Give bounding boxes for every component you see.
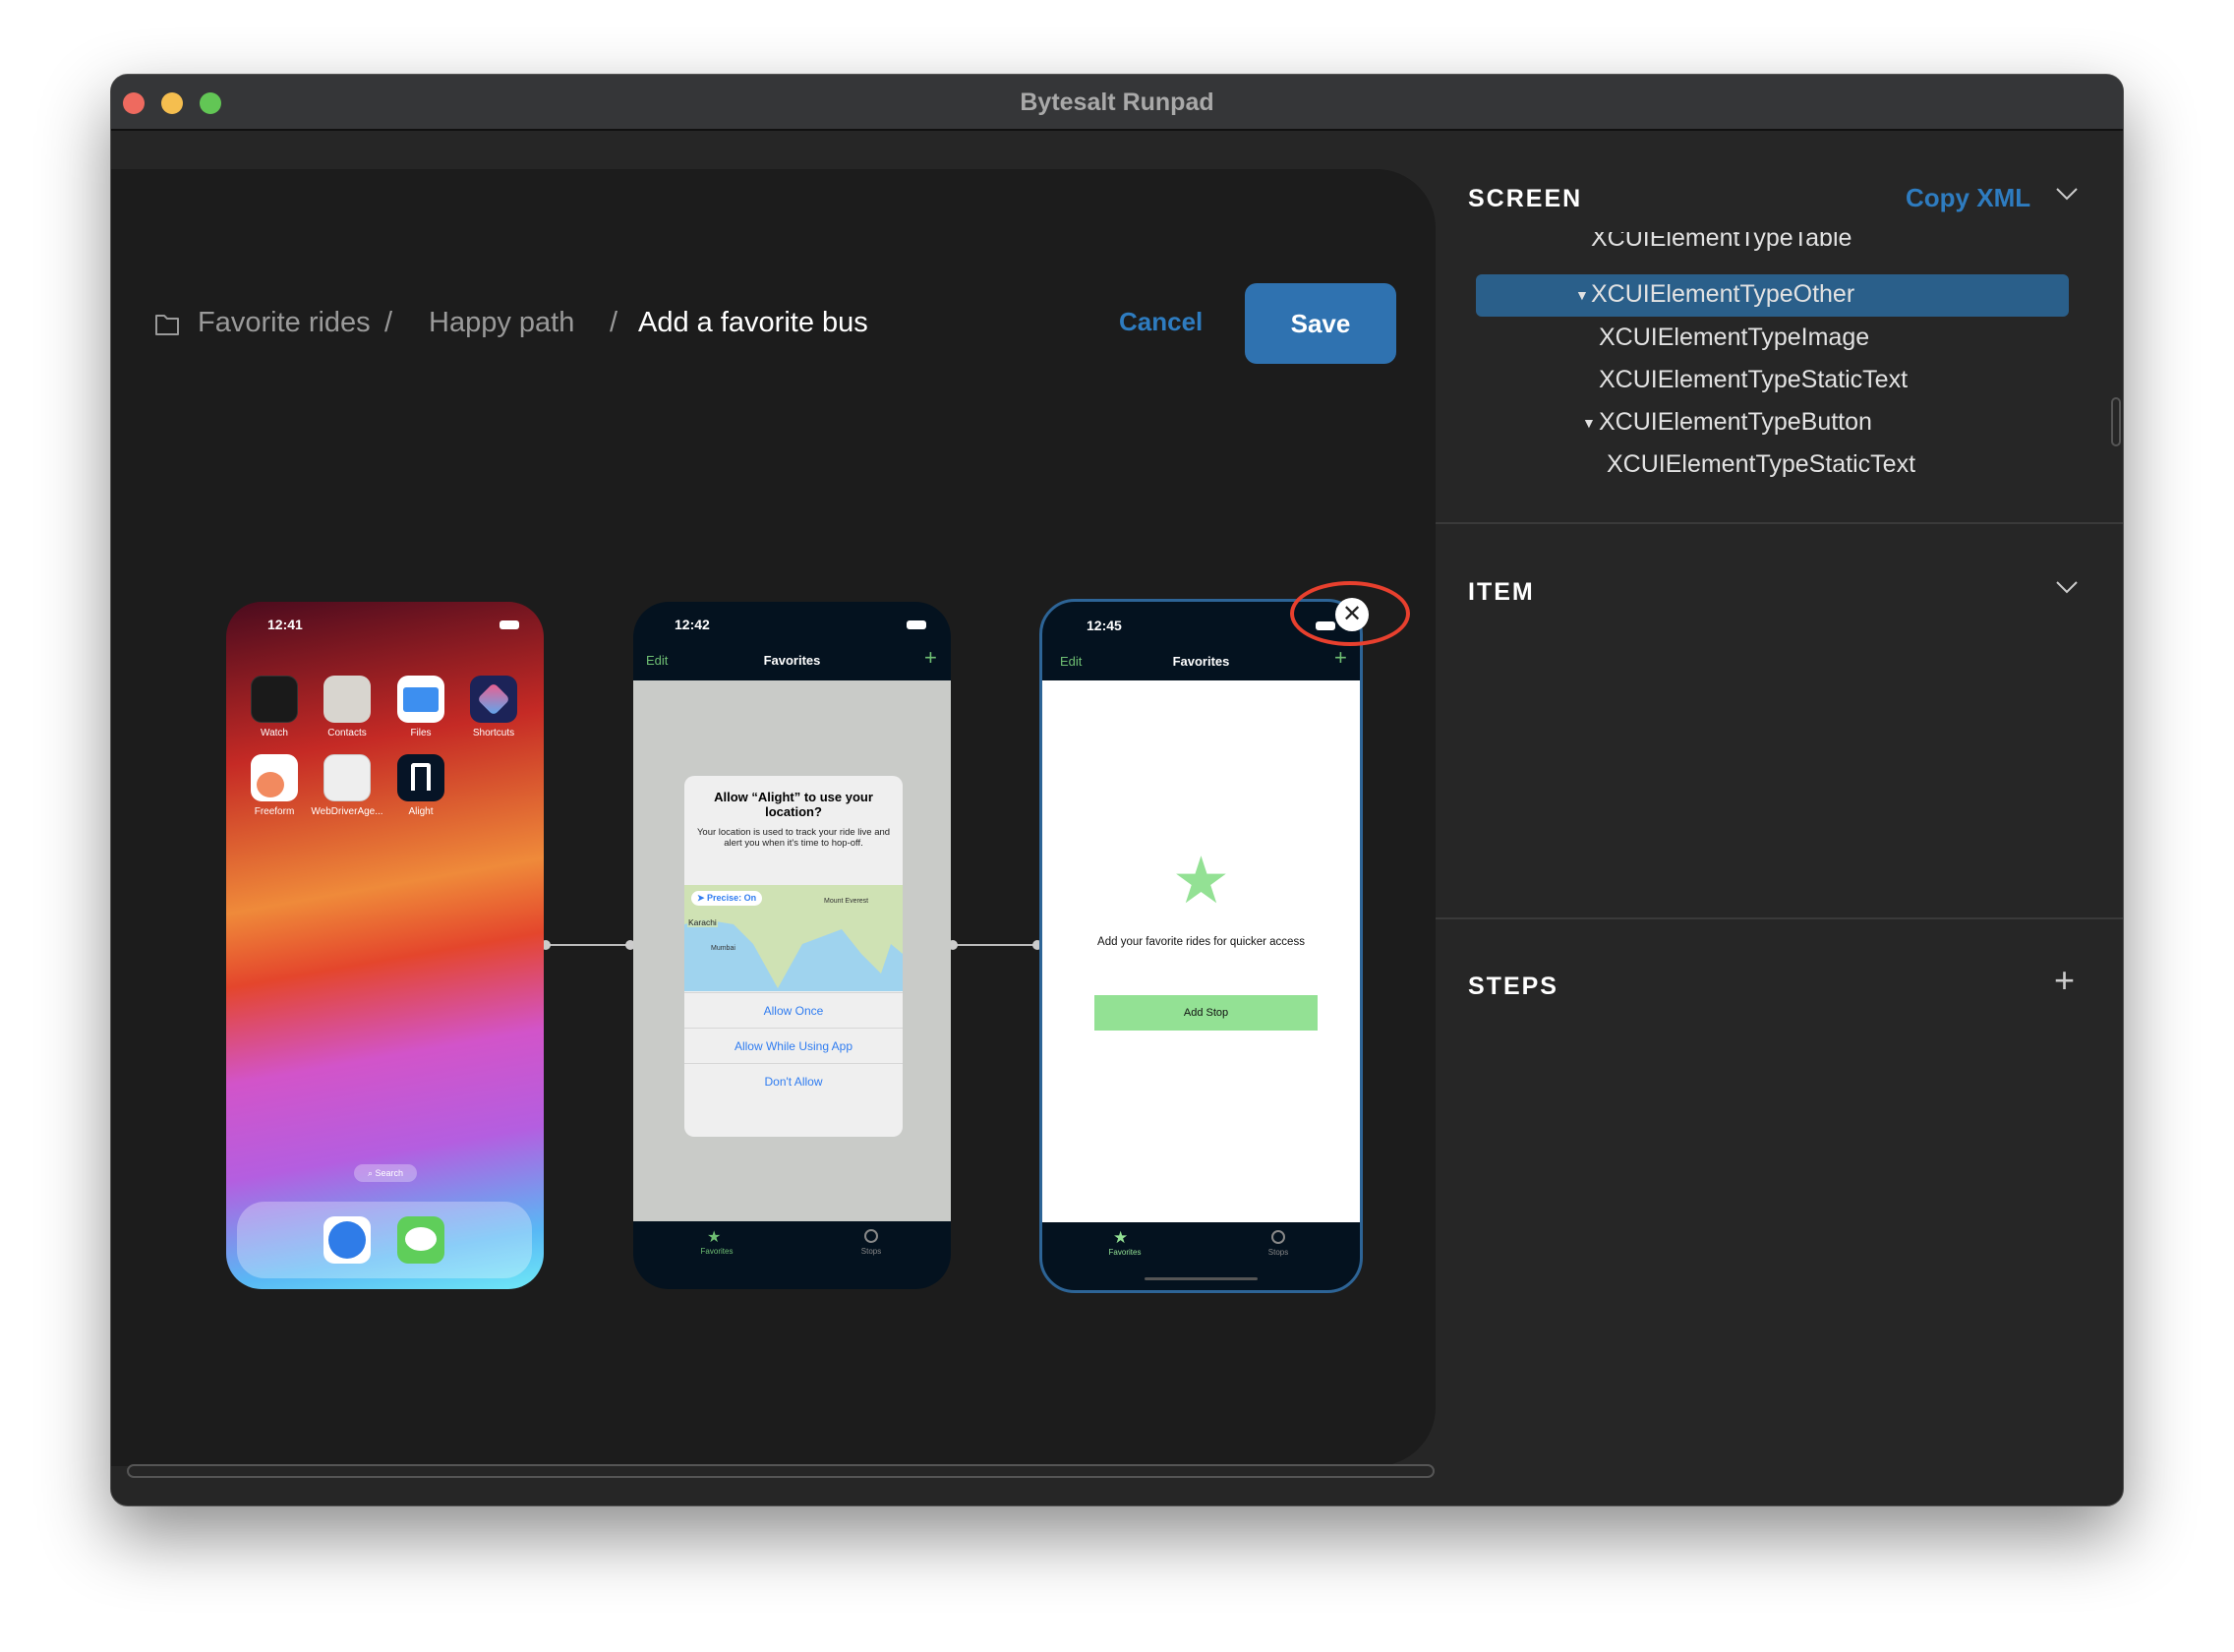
add-stop-button: Add Stop [1094,995,1318,1031]
location-permission-dialog: Allow “Alight” to use your location? You… [684,776,903,1137]
app-label: Contacts [327,728,367,738]
status-time: 12:45 [1087,618,1122,633]
tab-favorites: Favorites [1108,1248,1142,1257]
freeform-app-icon [251,754,298,801]
cancel-button[interactable]: Cancel [1119,307,1203,337]
app-label: WebDriverAge... [311,806,383,817]
contacts-app-icon [323,676,371,723]
expand-triangle-icon[interactable]: ▼ [1582,415,1596,431]
search-label: Search [375,1168,404,1178]
star-icon: ★ [1171,844,1231,916]
stops-icon [864,1229,878,1243]
screen-thumbnail-home[interactable]: 12:41 Watch Contacts Files Shortcuts Fre… [226,602,544,1289]
tree-item[interactable]: XCUIElementTypeStaticText [1607,450,1915,479]
breadcrumb-separator: / [610,307,618,338]
tree-item[interactable]: XCUIElementTypeButton [1599,408,1872,437]
nav-title: Favorites [1172,654,1230,669]
tree-item[interactable]: XCUIElementTypeTable [1591,232,1852,253]
search-pill: ⌕ Search [354,1164,417,1182]
flow-canvas: Favorite rides / Happy path / Add a favo… [111,169,1436,1478]
flow-connector [541,940,635,950]
steps-section-title: STEPS [1468,973,1558,1000]
app-label: Watch [261,728,288,738]
chevron-down-icon[interactable] [2055,579,2079,595]
precise-toggle: ➤ Precise: On [691,891,763,906]
screen-section-title: SCREEN [1468,185,1583,212]
nav-title: Favorites [763,653,821,668]
watch-app-icon [251,676,298,723]
window-title: Bytesalt Runpad [1020,88,1214,116]
chevron-down-icon[interactable] [2055,186,2079,202]
map-label: Karachi [687,917,718,927]
precise-label: Precise: On [707,893,757,903]
tab-stops: Stops [1267,1248,1289,1257]
screen-thumbnail-permission[interactable]: 12:42 Edit Favorites + Allow “Alight” to… [633,602,951,1289]
dont-allow-button: Don't Allow [684,1063,903,1098]
empty-state-message: Add your favorite rides for quicker acce… [1097,936,1305,948]
section-divider [1436,917,2123,919]
tab-favorites: Favorites [700,1247,734,1256]
section-divider [1436,522,2123,524]
battery-icon [500,620,519,629]
dialog-title: Allow “Alight” to use your location? [714,790,873,819]
app-label: Freeform [254,806,295,817]
add-icon: + [924,645,937,670]
status-time: 12:42 [675,617,710,632]
alight-app-icon [397,754,444,801]
tree-item[interactable]: XCUIElementTypeImage [1599,324,1869,352]
star-icon: ★ [707,1229,722,1246]
status-time: 12:41 [267,617,303,632]
dock [237,1202,532,1278]
tree-item[interactable]: XCUIElementTypeStaticText [1599,366,1908,394]
messages-app-icon [397,1216,444,1264]
shortcuts-app-icon [470,676,517,723]
flow-connector [948,940,1042,950]
annotation-highlight-circle [1290,581,1410,646]
app-window: Bytesalt Runpad Favorite rides / Happy p… [110,74,2124,1506]
map-label: Mount Everest [824,898,869,905]
add-icon: + [1334,645,1347,670]
app-label: Alight [408,806,434,817]
breadcrumb-item[interactable]: Happy path [429,307,574,339]
expand-triangle-icon[interactable]: ▼ [1575,287,1589,303]
tab-stops: Stops [860,1247,882,1256]
item-section-title: ITEM [1468,578,1535,606]
app-label: Files [410,728,432,738]
title-bar: Bytesalt Runpad [111,75,2123,131]
safari-app-icon [323,1216,371,1264]
map-label: Mumbai [711,945,735,952]
horizontal-scrollbar[interactable] [127,1464,1435,1478]
battery-icon [907,620,926,629]
add-step-button[interactable]: + [2054,960,2075,1001]
stops-icon [1271,1230,1285,1244]
files-app-icon [397,676,444,723]
tree-item-label: XCUIElementTypeOther [1591,280,1855,308]
webdriveragent-app-icon [323,754,371,801]
breadcrumb-item[interactable]: Favorite rides [198,307,371,339]
breadcrumb-separator: / [384,307,393,338]
save-button[interactable]: Save [1245,283,1396,364]
copy-xml-button[interactable]: Copy XML [1906,183,2030,213]
element-tree: XCUIElementTypeTable ▼ XCUIElementTypeOt… [1429,232,2117,527]
home-indicator [1145,1277,1258,1280]
dialog-body: Your location is used to track your ride… [696,827,891,850]
app-label: Shortcuts [472,728,515,738]
star-icon: ★ [1113,1228,1129,1247]
folder-icon [155,315,179,335]
allow-once-button: Allow Once [684,992,903,1028]
screen-thumbnail-favorites-selected[interactable]: 12:45 Edit Favorites + ★ Add your favori… [1039,599,1363,1293]
allow-while-using-button: Allow While Using App [684,1028,903,1063]
vertical-scrollbar[interactable] [2111,397,2121,446]
tree-item-selected[interactable]: ▼ XCUIElementTypeOther [1476,274,2069,317]
breadcrumb-current: Add a favorite bus [638,307,868,338]
